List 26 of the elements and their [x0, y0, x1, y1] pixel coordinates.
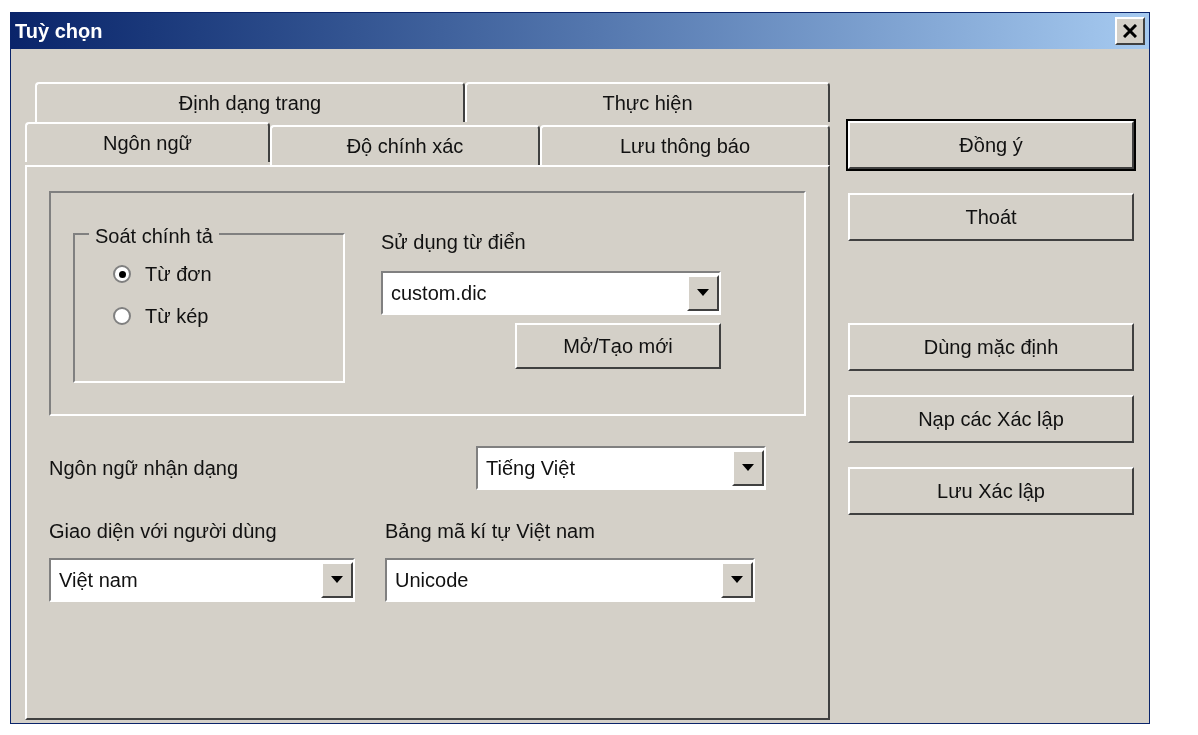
field-label: Ngôn ngữ nhận dạng — [49, 456, 239, 481]
radio-button[interactable] — [113, 265, 131, 283]
tab[interactable]: Thực hiện — [465, 82, 830, 122]
field-label: Sử dụng từ điển — [381, 230, 527, 255]
dialog-button[interactable]: Đồng ý — [848, 121, 1134, 169]
radio-label: Từ đơn — [145, 262, 212, 287]
tab[interactable]: Lưu thông báo — [540, 125, 830, 165]
field-label: Giao diện với người dùng — [49, 519, 278, 544]
close-button[interactable] — [1115, 17, 1145, 45]
dialog-button[interactable]: Nạp các Xác lập — [848, 395, 1134, 443]
tab[interactable]: Độ chính xác — [270, 125, 540, 165]
dropdown-field[interactable]: Tiếng Việt — [476, 446, 766, 490]
dialog-button[interactable]: Dùng mặc định — [848, 323, 1134, 371]
radio-button[interactable] — [113, 307, 131, 325]
radio-label: Từ kép — [145, 304, 209, 329]
open-create-button[interactable]: Mở/Tạo mới — [515, 323, 721, 369]
dropdown-field[interactable]: Unicode — [385, 558, 755, 602]
dropdown-field[interactable]: custom.dic — [381, 271, 721, 315]
dialog-button[interactable]: Lưu Xác lập — [848, 467, 1134, 515]
dropdown-field[interactable]: Việt nam — [49, 558, 355, 602]
field-label: Bảng mã kí tự Việt nam — [385, 519, 596, 544]
tab[interactable]: Ngôn ngữ — [25, 122, 270, 162]
dialog-button[interactable]: Thoát — [848, 193, 1134, 241]
window-title: Tuỳ chọn — [15, 19, 103, 44]
tab[interactable]: Định dạng trang — [35, 82, 465, 122]
close-icon — [1123, 24, 1137, 38]
